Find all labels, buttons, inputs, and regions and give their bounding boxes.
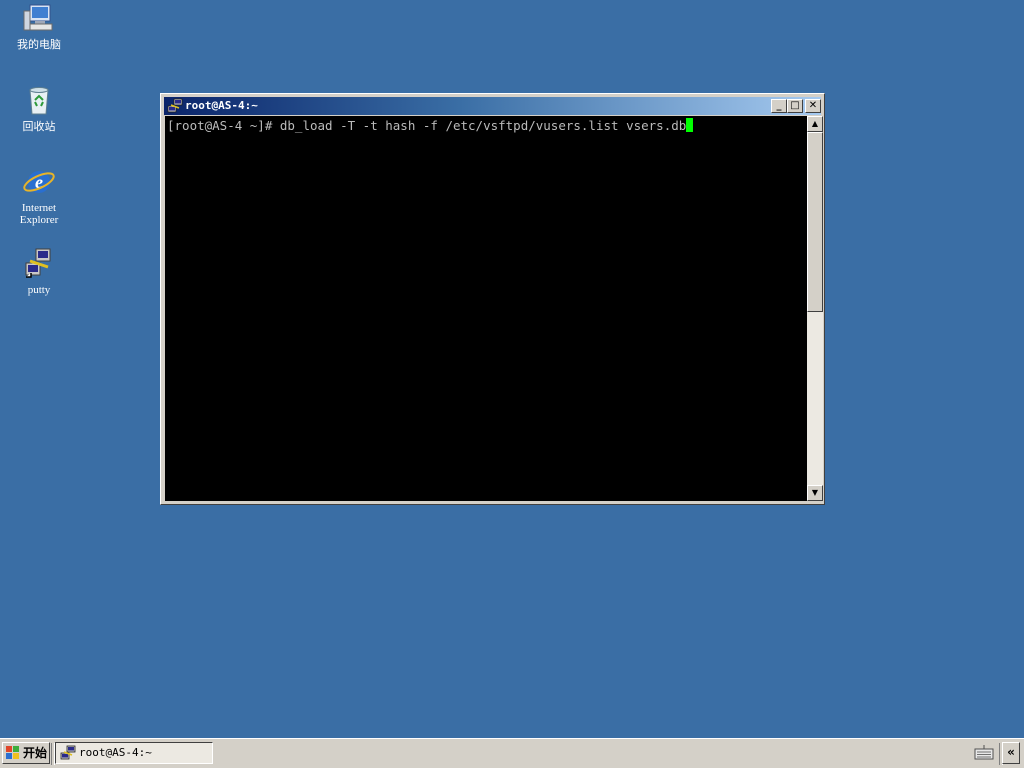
- desktop-icon-putty[interactable]: putty: [1, 247, 77, 296]
- window-title: root@AS-4:~: [185, 99, 258, 112]
- terminal-area[interactable]: [root@AS-4 ~]# db_load -T -t hash -f /et…: [165, 116, 807, 501]
- scroll-down-arrow-icon[interactable]: ▼: [807, 485, 823, 501]
- desktop-icon-label-line1: Internet: [21, 202, 57, 214]
- taskbar: 开始 root@AS-4:~ «: [0, 738, 1024, 768]
- tray-expand-button[interactable]: «: [1002, 742, 1020, 764]
- windows-logo-icon: [6, 746, 20, 760]
- scroll-up-arrow-icon[interactable]: ▲: [807, 116, 823, 132]
- desktop-icon-label: putty: [27, 284, 51, 296]
- scrollbar-thumb[interactable]: [807, 132, 823, 312]
- internet-explorer-icon: e: [22, 165, 56, 199]
- putty-window[interactable]: root@AS-4:~ _ □ ✕ [root@AS-4 ~]# db_load…: [160, 93, 825, 505]
- desktop-icon-label-line2: Explorer: [19, 214, 59, 226]
- close-button[interactable]: ✕: [805, 99, 821, 113]
- vertical-scrollbar[interactable]: ▲ ▼: [807, 116, 823, 501]
- title-bar[interactable]: root@AS-4:~ _ □ ✕: [164, 97, 821, 115]
- recycle-bin-icon: [22, 84, 56, 118]
- maximize-button[interactable]: □: [787, 99, 803, 113]
- start-button[interactable]: 开始: [2, 742, 50, 764]
- putty-icon: [60, 745, 76, 761]
- desktop-icon-label: 我的电脑: [17, 39, 61, 51]
- desktop-icon-internet-explorer[interactable]: e Internet Explorer: [1, 165, 77, 226]
- taskbar-item-putty[interactable]: root@AS-4:~: [55, 742, 213, 764]
- desktop-icon-recycle-bin[interactable]: 回收站: [1, 84, 77, 133]
- terminal-cursor: [686, 118, 694, 132]
- desktop-icon-my-computer[interactable]: 我的电脑: [1, 2, 77, 51]
- keyboard-icon[interactable]: [972, 742, 996, 764]
- putty-icon[interactable]: [167, 98, 183, 114]
- start-label: 开始: [23, 746, 48, 760]
- terminal-line: [root@AS-4 ~]# db_load -T -t hash -f /et…: [167, 118, 687, 133]
- taskbar-item-label: root@AS-4:~: [79, 746, 152, 759]
- minimize-button[interactable]: _: [771, 99, 787, 113]
- putty-icon: [22, 247, 56, 281]
- desktop-icon-label: 回收站: [22, 121, 56, 133]
- my-computer-icon: [22, 2, 56, 36]
